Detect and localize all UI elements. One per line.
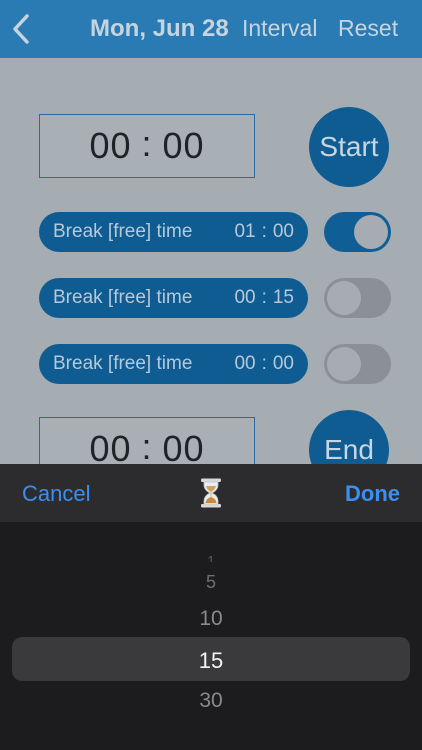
chevron-left-icon (13, 14, 29, 44)
break-pill-3[interactable]: Break [free] time 00:00 (39, 344, 308, 384)
picker-option[interactable]: 5 (0, 572, 422, 593)
break-pill-2[interactable]: Break [free] time 00:15 (39, 278, 308, 318)
break-pill-1[interactable]: Break [free] time 01:00 (39, 212, 308, 252)
interval-button[interactable]: Interval (242, 15, 317, 42)
break-toggle-3[interactable] (324, 344, 391, 384)
break-label: Break [free] time (53, 353, 193, 374)
break-minutes: 00 (272, 221, 294, 242)
start-button[interactable]: Start (309, 107, 389, 187)
start-minutes: 00 (162, 125, 205, 166)
reset-button[interactable]: Reset (338, 15, 398, 42)
toggle-knob (327, 347, 361, 381)
picker-toolbar: Cancel Done (0, 464, 422, 522)
start-hours: 00 (89, 125, 132, 166)
break-toggle-2[interactable] (324, 278, 391, 318)
break-time: 00:15 (234, 287, 294, 309)
done-button[interactable]: Done (345, 481, 400, 507)
time-separator: : (261, 287, 267, 308)
picker-sheet: Cancel Done 1 5 10 15 30 (0, 464, 422, 750)
break-label: Break [free] time (53, 221, 193, 242)
picker-option[interactable]: 10 (0, 607, 422, 631)
cancel-button[interactable]: Cancel (22, 481, 90, 507)
start-time-field[interactable]: 00 : 00 (39, 114, 255, 178)
break-time: 01:00 (234, 221, 294, 243)
break-hours: 00 (234, 353, 256, 374)
header-date[interactable]: Mon, Jun 28 (90, 15, 229, 43)
break-hours: 01 (234, 221, 256, 242)
break-minutes: 00 (272, 353, 294, 374)
time-separator: : (141, 426, 153, 467)
break-minutes: 15 (272, 287, 294, 308)
back-button[interactable] (6, 10, 36, 48)
nav-header: Mon, Jun 28 Interval Reset (0, 0, 422, 58)
break-hours: 00 (234, 287, 256, 308)
picker-option-selected[interactable]: 15 (0, 648, 422, 674)
break-label: Break [free] time (53, 287, 193, 308)
toggle-knob (327, 281, 361, 315)
toggle-knob (354, 215, 388, 249)
time-separator: : (141, 123, 153, 164)
break-toggle-1[interactable] (324, 212, 391, 252)
time-separator: : (261, 353, 267, 374)
time-separator: : (261, 221, 267, 242)
hourglass-icon (200, 478, 222, 508)
picker-option[interactable]: 1 (0, 552, 422, 562)
break-time: 00:00 (234, 353, 294, 375)
picker-option[interactable]: 30 (0, 689, 422, 713)
